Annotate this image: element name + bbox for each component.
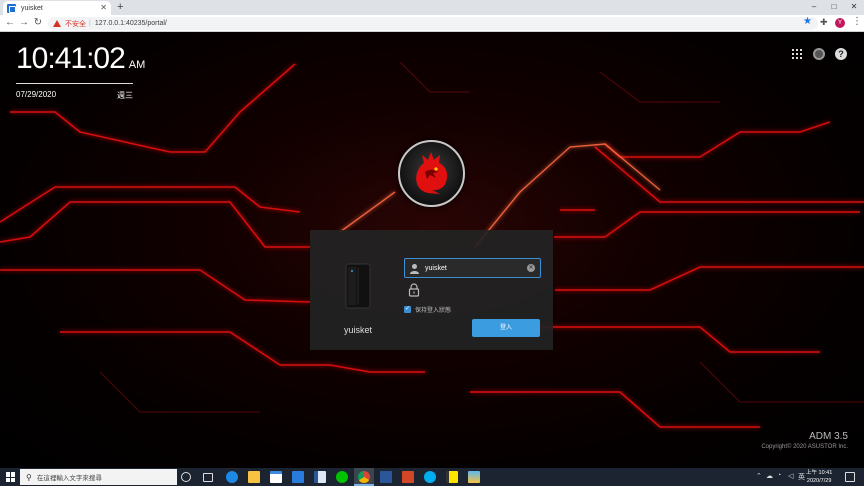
nas-device-icon <box>345 263 371 309</box>
username-value[interactable]: yuisket <box>425 265 527 272</box>
clock-weekday: 週三 <box>117 91 133 100</box>
clear-input-icon[interactable]: ✕ <box>527 264 535 272</box>
address-bar[interactable]: 不安全 | 127.0.0.1:40235/portal/ <box>48 17 818 30</box>
browser-tabbar: yuisket ✕ + – □ ✕ <box>0 0 864 15</box>
clock-ampm: AM <box>128 59 146 71</box>
url-separator: | <box>89 20 91 27</box>
search-placeholder: 在這裡輸入文字來搜尋 <box>36 475 102 482</box>
windows-start-icon[interactable] <box>6 472 16 482</box>
network-icon[interactable]: ☁ <box>766 472 773 480</box>
clock-divider <box>16 83 133 84</box>
word-icon[interactable] <box>380 471 392 483</box>
windows-taskbar: ⚲ 在這裡輸入文字來搜尋 ⌃ ☁ ◔ ◁ 英 上午 10:41 2020/7/2… <box>0 468 864 486</box>
wifi-icon[interactable]: ◔ <box>777 472 781 479</box>
cortana-icon[interactable] <box>181 472 191 482</box>
new-tab-button[interactable]: + <box>117 1 123 14</box>
line-icon[interactable] <box>336 471 348 483</box>
dragon-icon <box>416 152 448 194</box>
notification-center-icon[interactable] <box>845 472 855 482</box>
browser-toolbar: ← → ↻ 不安全 | 127.0.0.1:40235/portal/ ★ ✚ … <box>0 15 864 32</box>
tray-chevron-icon[interactable]: ⌃ <box>756 472 762 480</box>
tab-close-icon[interactable]: ✕ <box>100 4 107 12</box>
powerpoint-icon[interactable] <box>402 471 414 483</box>
sticky-notes-icon[interactable] <box>446 471 458 483</box>
login-panel: yuisket yuisket ✕ ✓ 保持登入狀態 登入 <box>310 230 553 350</box>
profile-avatar-icon[interactable]: Y <box>835 18 845 28</box>
status-icon[interactable] <box>813 48 825 60</box>
apps-grid-icon[interactable] <box>791 48 803 60</box>
user-icon <box>410 263 419 274</box>
remember-label[interactable]: 保持登入狀態 <box>415 305 451 314</box>
adm-version: ADM 3.5 <box>809 431 848 442</box>
minimize-button[interactable]: – <box>804 0 824 15</box>
back-arrow-icon[interactable]: ← <box>3 16 17 30</box>
browser-tab[interactable]: yuisket ✕ <box>3 1 111 15</box>
browser-menu-icon[interactable]: ⋮ <box>852 16 862 27</box>
remember-checkbox[interactable]: ✓ <box>404 306 411 313</box>
word-doc-icon[interactable] <box>314 471 326 483</box>
photos-icon[interactable] <box>468 471 480 483</box>
taskbar-date: 2020/7/29 <box>806 478 832 484</box>
copyright-text: Copyright© 2020 ASUSTOR Inc. <box>761 444 848 450</box>
maximize-button[interactable]: □ <box>824 0 844 15</box>
tab-title: yuisket <box>21 4 43 12</box>
volume-icon[interactable]: ◁ <box>788 472 793 480</box>
security-warning[interactable]: 不安全 <box>65 19 86 29</box>
help-icon[interactable]: ? <box>835 48 847 60</box>
close-window-button[interactable]: ✕ <box>844 0 864 15</box>
warning-icon <box>53 20 61 27</box>
extensions-puzzle-icon[interactable]: ✚ <box>820 17 828 28</box>
brand-footer: ADM 3.5 Copyright© 2020 ASUSTOR Inc. <box>761 431 848 450</box>
search-icon: ⚲ <box>26 472 32 482</box>
taskbar-clock[interactable]: 上午 10:41 2020/7/29 <box>806 469 832 485</box>
device-name: yuisket <box>343 325 372 335</box>
forward-arrow-icon[interactable]: → <box>17 16 31 30</box>
taskbar-search[interactable]: ⚲ 在這裡輸入文字來搜尋 <box>20 469 177 485</box>
ime-indicator[interactable]: 英 <box>798 472 805 482</box>
remember-me[interactable]: ✓ 保持登入狀態 <box>404 305 451 314</box>
lock-icon[interactable] <box>408 283 420 297</box>
taskbar-time: 上午 10:41 <box>806 470 833 476</box>
task-view-icon[interactable] <box>203 473 213 482</box>
clock-date: 07/29/2020 <box>16 90 57 99</box>
asustor-favicon-icon <box>7 3 16 13</box>
reload-icon[interactable]: ↻ <box>31 16 45 30</box>
adm-login-page: 10:41:02 AM 07/29/2020 週三 ? yuisket yuis… <box>0 32 864 468</box>
bookmark-star-icon[interactable]: ★ <box>803 16 812 27</box>
edge-icon[interactable] <box>226 471 238 483</box>
login-button[interactable]: 登入 <box>472 319 540 337</box>
mail-icon[interactable] <box>292 471 304 483</box>
skype-icon[interactable] <box>424 471 436 483</box>
file-explorer-icon[interactable] <box>248 471 260 483</box>
clock-time: 10:41:02 <box>16 42 126 75</box>
username-field[interactable]: yuisket ✕ <box>404 258 541 278</box>
chrome-icon[interactable] <box>358 471 370 483</box>
store-icon[interactable] <box>270 471 282 483</box>
url-text[interactable]: 127.0.0.1:40235/portal/ <box>95 20 167 27</box>
clock-widget: 10:41:02 AM 07/29/2020 週三 <box>16 42 146 100</box>
dragon-logo <box>398 140 465 207</box>
